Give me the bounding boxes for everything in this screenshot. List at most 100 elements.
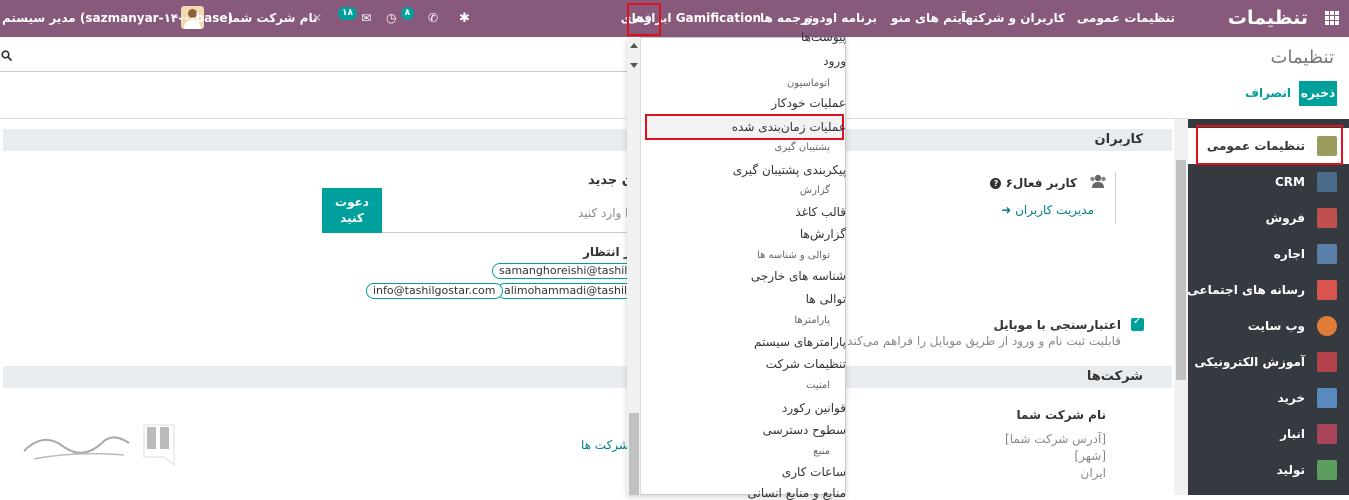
dropdown-header-reporting: گزارش: [799, 185, 830, 196]
dropdown-item-external-ids[interactable]: شناسه های خارجی: [751, 269, 846, 283]
dropdown-header-sequences: توالی و شناسه ها: [757, 250, 830, 261]
sidebar-item-crm[interactable]: CRM: [1188, 164, 1349, 200]
watermark-logo: [23, 424, 175, 467]
chart-icon: [1317, 208, 1337, 228]
sidebar-item-website[interactable]: وب سایت: [1188, 308, 1349, 344]
search-input[interactable]: [0, 44, 640, 72]
wrench-icon: [1317, 460, 1337, 480]
active-users-text: ۶کاربر فعال: [1005, 176, 1077, 190]
elearning-icon: [1317, 352, 1337, 372]
active-sidebar-highlight: [1196, 125, 1343, 165]
save-button[interactable]: ذخیره: [1299, 81, 1337, 106]
sidebar-item-rental[interactable]: اجاره: [1188, 236, 1349, 272]
dropdown-item-paper-format[interactable]: قالب کاغذ: [795, 205, 846, 219]
user-menu[interactable]: مدیر سیستم (sazmanyar-۱۴-۰-base): [2, 0, 233, 37]
sidebar-item-label: انبار: [1280, 427, 1305, 441]
dropdown-item-automated-actions[interactable]: عملیات خودکار: [771, 96, 846, 110]
page-title: تنظیمات: [1270, 47, 1334, 68]
card-icon: [1317, 388, 1337, 408]
apps-menu-icon[interactable]: [1325, 11, 1339, 25]
dropdown-item-resources[interactable]: منابع و منابع انسانی: [748, 486, 846, 500]
sidebar-item-label: رسانه های اجتماعی: [1187, 283, 1305, 297]
divider: [1115, 172, 1116, 224]
activity-count-badge: ۸: [400, 7, 415, 20]
handshake-icon: [1317, 172, 1337, 192]
sidebar-item-elearning[interactable]: آموزش الکترونیکی: [1188, 344, 1349, 380]
sidebar-item-label: CRM: [1275, 175, 1305, 189]
dropdown-item-working-hours[interactable]: ساعات کاری: [782, 465, 846, 479]
chat-count-badge: ۱۸: [338, 7, 357, 20]
company-address: [آدرس شرکت شما]: [1005, 432, 1106, 446]
dropdown-header-resource: منبع: [813, 446, 830, 457]
sidebar-item-label: وب سایت: [1247, 319, 1305, 333]
sidebar-item-label: اجاره: [1273, 247, 1305, 261]
menu-general-settings[interactable]: تنظیمات عمومی: [1077, 0, 1175, 37]
sidebar-item-social-media[interactable]: رسانه های اجتماعی: [1187, 272, 1349, 308]
dropdown-header-automation: اتوماسیون: [786, 78, 830, 89]
sidebar-item-label: خرید: [1277, 391, 1305, 405]
sidebar-item-manufacturing[interactable]: تولید: [1188, 452, 1349, 488]
company-city: [شهر]: [1074, 449, 1106, 463]
dropdown-item-system-parameters[interactable]: پارامترهای سیستم: [754, 335, 846, 349]
discard-button[interactable]: انصراف: [1245, 81, 1291, 106]
companies-section-header: [3, 366, 1172, 388]
dropdown-item-attachments[interactable]: پیوست‌ها: [801, 30, 846, 44]
company-country: ایران: [1080, 466, 1106, 480]
dropdown-header-backup: پشتیبان گیری: [774, 142, 830, 153]
scroll-down-arrow-icon[interactable]: [630, 63, 638, 68]
invite-button[interactable]: دعوت کنید: [322, 188, 382, 233]
invite-email-input[interactable]: را وارد کنید: [578, 206, 634, 220]
mobile-auth-checkbox[interactable]: [1131, 316, 1144, 331]
settings-sidebar: تنظیمات عمومی CRM فروش اجاره رسانه های ا…: [1187, 119, 1349, 495]
company-name-label: نام شرکت شما: [1016, 408, 1106, 422]
sidebar-item-sales[interactable]: فروش: [1188, 200, 1349, 236]
menu-users-companies[interactable]: کاربران و شرکتها: [961, 0, 1065, 37]
chat-icon[interactable]: ۱۸ ✉: [338, 0, 371, 37]
dropdown-header-security: امنیت: [806, 380, 830, 391]
phone-icon[interactable]: ✆: [428, 0, 438, 37]
help-icon[interactable]: ?: [990, 178, 1002, 189]
manage-users-link[interactable]: ➜ مدیریت کاربران: [1001, 203, 1094, 217]
activity-icon[interactable]: ◷ ۸: [386, 0, 415, 37]
users-section-title: کاربران: [1094, 132, 1143, 147]
bug-icon[interactable]: ✱: [459, 0, 470, 37]
manage-users-text: مدیریت کاربران: [1015, 203, 1094, 217]
app-brand: تنظیمات: [1227, 7, 1308, 29]
email-underline: [382, 232, 644, 233]
companies-section-title: شرکت‌ها: [1086, 369, 1143, 384]
dropdown-header-parameters: پارامترها: [794, 315, 830, 326]
globe-icon: [1317, 316, 1337, 336]
dropdown-item-record-rules[interactable]: قوانین رکورد: [782, 401, 846, 415]
sidebar-item-label: تولید: [1276, 463, 1305, 477]
company-switcher[interactable]: نام شرکت شما: [228, 0, 317, 37]
top-navbar: تنظیمات تنظیمات عمومی کاربران و شرکتها آ…: [0, 0, 1349, 37]
pending-user-tag[interactable]: info@tashilgostar.com: [366, 283, 503, 299]
scroll-up-arrow-icon[interactable]: [630, 43, 638, 48]
dropdown-item-company-settings[interactable]: تنظیمات شرکت: [766, 357, 846, 371]
users-icon: [1090, 174, 1106, 188]
dropdown-item-reports[interactable]: گزارش‌ها: [800, 227, 846, 241]
mobile-auth-title: اعتبارسنجی با موبایل: [993, 318, 1121, 332]
menu-menu-items[interactable]: آیتم های منو: [891, 0, 966, 37]
divider: [0, 118, 1188, 119]
dropdown-item-sequences[interactable]: توالی ها: [806, 292, 846, 306]
sidebar-item-inventory[interactable]: انبار: [1188, 416, 1349, 452]
dropdown-item-scheduled-actions[interactable]: عملیات زمان‌بندی شده: [732, 120, 846, 134]
dropdown-item-backup-config[interactable]: پیکربندی پشتیبان گیری: [733, 163, 846, 177]
thumbs-up-icon: [1317, 280, 1337, 300]
pending-user-tag[interactable]: alimohammadi@tashilgo: [497, 283, 648, 299]
mobile-auth-description: قابلیت ثبت نام و ورود از طریق موبایل را …: [847, 334, 1121, 348]
dropdown-scroll-thumb[interactable]: [629, 413, 639, 495]
rental-icon: [1317, 244, 1337, 264]
box-icon: [1317, 424, 1337, 444]
dropdown-item-access-levels[interactable]: سطوح دسترسی: [763, 423, 846, 437]
sidebar-item-purchase[interactable]: خرید: [1188, 380, 1349, 416]
sidebar-item-label: فروش: [1265, 211, 1305, 225]
search-icon: [1, 50, 12, 61]
content-scroll-thumb[interactable]: [1176, 160, 1186, 380]
invite-button-line: دعوت: [335, 195, 369, 209]
technical-menu-highlight: [627, 3, 661, 36]
pending-user-tag[interactable]: samanghoreishi@tashilgo: [492, 263, 649, 279]
companies-link[interactable]: شرکت ها: [581, 438, 629, 452]
dropdown-item-logging[interactable]: ورود: [823, 54, 846, 68]
